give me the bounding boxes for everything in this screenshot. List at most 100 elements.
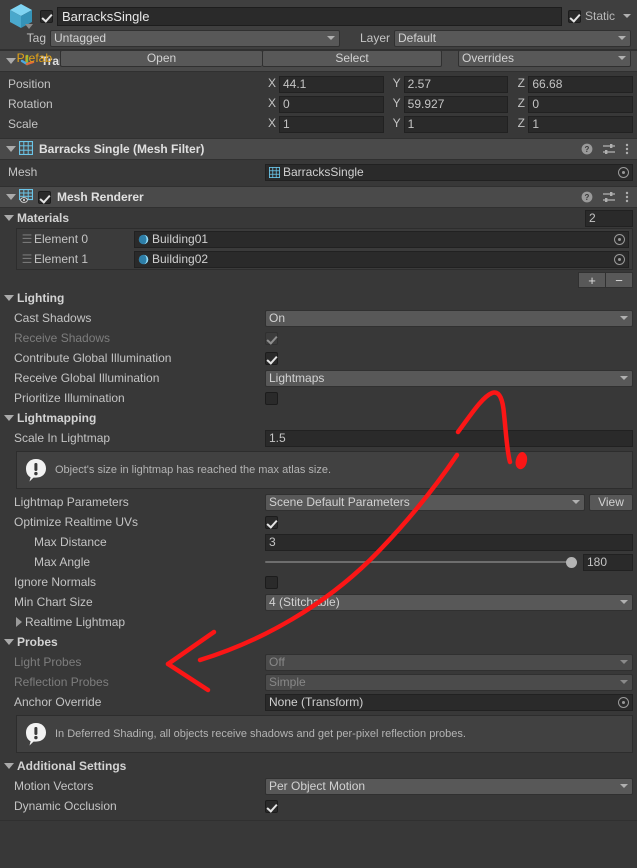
lighting-foldout-header[interactable]: Lighting: [0, 288, 637, 308]
receive-gi-dropdown[interactable]: Lightmaps: [265, 369, 633, 387]
probes-foldout-header[interactable]: Probes: [0, 632, 637, 652]
lightmap-warning-text: Object's size in lightmap has reached th…: [55, 463, 332, 476]
mesh-renderer-title: Mesh Renderer: [57, 190, 144, 204]
lightmap-parameters-dropdown[interactable]: Scene Default Parameters: [265, 493, 585, 511]
max-angle-slider-knob[interactable]: [566, 556, 577, 568]
prefab-select-button[interactable]: Select: [262, 49, 442, 67]
position-y-field[interactable]: 2.57: [403, 75, 509, 93]
object-picker-icon[interactable]: [614, 254, 625, 265]
position-x-field[interactable]: 44.1: [279, 75, 384, 93]
kebab-menu-icon[interactable]: [625, 190, 629, 204]
materials-foldout-icon[interactable]: [4, 215, 14, 221]
receive-gi-value: Lightmaps: [269, 371, 325, 385]
cast-shadows-dropdown[interactable]: On: [265, 309, 633, 327]
chevron-down-icon: [620, 660, 628, 664]
lightmap-parameters-row: Lightmap Parameters Scene Default Parame…: [0, 492, 637, 512]
rotation-x-field[interactable]: 0: [279, 95, 384, 113]
static-dropdown-chevron-down-icon[interactable]: [623, 14, 631, 18]
lightmapping-foldout-header[interactable]: Lightmapping: [0, 408, 637, 428]
optimize-realtime-uvs-checkbox[interactable]: [265, 515, 278, 529]
ignore-normals-checkbox[interactable]: [265, 575, 278, 589]
realtime-lightmap-foldout-header[interactable]: Realtime Lightmap: [0, 612, 637, 632]
object-picker-icon[interactable]: [618, 697, 629, 708]
mesh-filter-foldout-icon[interactable]: [6, 146, 16, 152]
tag-dropdown[interactable]: Untagged: [50, 29, 340, 47]
position-label: Position: [8, 77, 51, 91]
lighting-title: Lighting: [17, 291, 65, 305]
max-angle-slider[interactable]: [265, 554, 577, 571]
anchor-override-label: Anchor Override: [14, 695, 102, 709]
scale-z-field[interactable]: 1: [528, 115, 634, 133]
preset-settings-icon[interactable]: [602, 143, 616, 155]
lighting-foldout-icon[interactable]: [4, 295, 14, 301]
max-distance-field[interactable]: 3: [265, 533, 633, 551]
optimize-realtime-uvs-row: Optimize Realtime UVs: [0, 512, 637, 532]
position-z-field[interactable]: 66.68: [528, 75, 634, 93]
drag-handle-icon[interactable]: ☰: [20, 252, 34, 266]
additional-settings-foldout-header[interactable]: Additional Settings: [0, 756, 637, 776]
static-toggle-group[interactable]: Static: [567, 9, 631, 23]
material-element-0-value: Building01: [152, 232, 209, 246]
max-angle-label: Max Angle: [34, 555, 91, 569]
dynamic-occlusion-checkbox[interactable]: [265, 799, 278, 813]
mesh-renderer-component-header[interactable]: Mesh Renderer ?: [0, 186, 637, 208]
chevron-down-icon: [620, 316, 628, 320]
lightmap-parameters-view-button[interactable]: View: [589, 493, 633, 511]
materials-size-field[interactable]: 2: [585, 209, 633, 227]
help-icon[interactable]: ?: [581, 143, 593, 155]
axis-z-label: Z: [517, 115, 526, 130]
material-element-1-field[interactable]: Building02: [134, 250, 629, 268]
remove-material-button[interactable]: −: [605, 272, 633, 288]
motion-vectors-dropdown[interactable]: Per Object Motion: [265, 777, 633, 795]
kebab-menu-icon[interactable]: [625, 142, 629, 156]
prioritize-illumination-checkbox[interactable]: [265, 391, 278, 405]
anchor-override-field[interactable]: None (Transform): [265, 693, 633, 711]
material-asset-icon: [138, 234, 149, 245]
scale-in-lightmap-field[interactable]: 1.5: [265, 429, 633, 447]
prefab-overrides-dropdown[interactable]: Overrides: [458, 49, 631, 67]
object-picker-icon[interactable]: [614, 234, 625, 245]
add-material-button[interactable]: +: [578, 272, 606, 288]
light-probes-control: Off: [265, 653, 637, 671]
material-element-0-field[interactable]: Building01: [134, 230, 629, 248]
gameobject-enabled-checkbox[interactable]: [40, 9, 53, 23]
probes-foldout-icon[interactable]: [4, 639, 14, 645]
material-element-1-value: Building02: [152, 252, 209, 266]
rotation-y-field[interactable]: 59.927: [403, 95, 509, 113]
contribute-gi-checkbox[interactable]: [265, 351, 278, 365]
object-picker-icon[interactable]: [618, 167, 629, 178]
lightmapping-title: Lightmapping: [17, 411, 97, 425]
dynamic-occlusion-label: Dynamic Occlusion: [14, 799, 117, 813]
mesh-filter-component-header[interactable]: Barracks Single (Mesh Filter) ?: [0, 138, 637, 160]
ignore-normals-row: Ignore Normals: [0, 572, 637, 592]
help-icon[interactable]: ?: [581, 191, 593, 203]
ignore-normals-control: [265, 575, 637, 589]
additional-settings-foldout-icon[interactable]: [4, 763, 14, 769]
max-angle-field[interactable]: 180: [583, 553, 633, 571]
gameobject-name-field[interactable]: BarracksSingle: [57, 6, 562, 26]
scale-vector3: X 1 Y 1 Z 1: [265, 115, 637, 133]
layer-dropdown[interactable]: Default: [394, 29, 631, 47]
mesh-object-field[interactable]: BarracksSingle: [265, 163, 633, 181]
scale-y-field[interactable]: 1: [403, 115, 509, 133]
drag-handle-icon[interactable]: ☰: [20, 232, 34, 246]
lightmapping-foldout-icon[interactable]: [4, 415, 14, 421]
min-chart-size-dropdown[interactable]: 4 (Stitchable): [265, 593, 633, 611]
max-distance-label: Max Distance: [34, 535, 107, 549]
materials-foldout-header[interactable]: Materials 2: [0, 208, 637, 228]
realtime-lightmap-foldout-icon[interactable]: [16, 617, 22, 627]
static-checkbox[interactable]: [567, 9, 581, 23]
preset-settings-icon[interactable]: [602, 191, 616, 203]
chevron-down-icon: [620, 600, 628, 604]
mesh-renderer-enabled-checkbox[interactable]: [38, 190, 51, 204]
motion-vectors-row: Motion Vectors Per Object Motion: [0, 776, 637, 796]
mesh-renderer-foldout-icon[interactable]: [6, 194, 16, 200]
lightmap-parameters-control: Scene Default Parameters View: [265, 493, 637, 511]
chevron-down-icon: [620, 784, 628, 788]
reflection-probes-label: Reflection Probes: [14, 675, 109, 689]
rotation-z-field[interactable]: 0: [528, 95, 634, 113]
scale-x-field[interactable]: 1: [279, 115, 384, 133]
prefab-open-button[interactable]: Open: [60, 49, 262, 67]
axis-y-label: Y: [392, 95, 401, 110]
lightmap-warning-box: Object's size in lightmap has reached th…: [16, 451, 633, 489]
